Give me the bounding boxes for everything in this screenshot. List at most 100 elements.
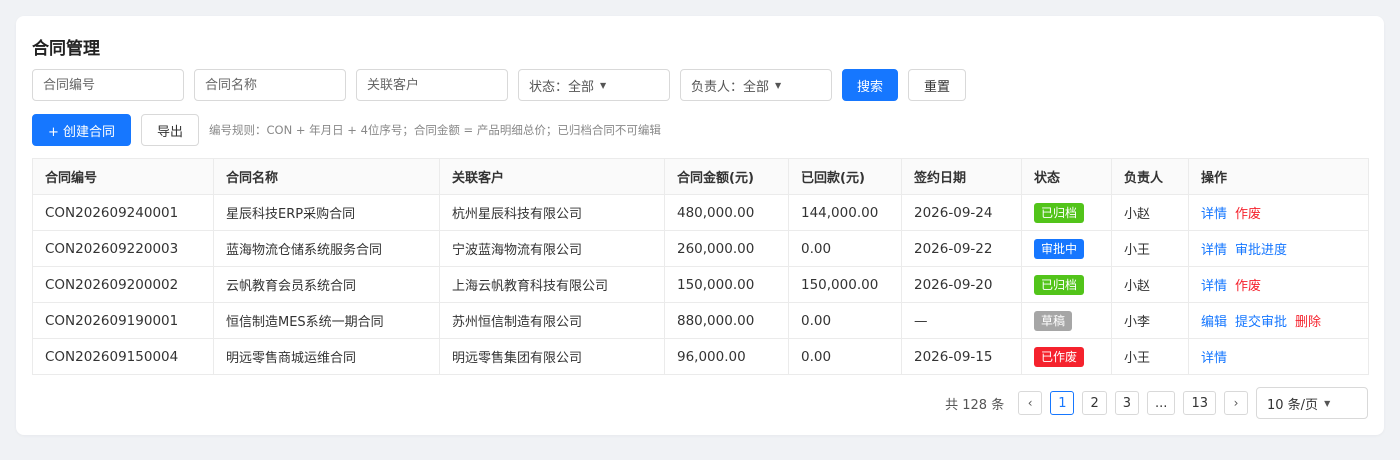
operation-link[interactable]: 审批进度: [1235, 243, 1287, 258]
table-row: CON202609200002 云帆教育会员系统合同 上海云帆教育科技有限公司 150…: [32, 266, 1369, 303]
cell-name: 蓝海物流仓储系统服务合同: [213, 230, 440, 267]
caret-down-icon: ▼: [600, 80, 607, 90]
page-number-list: 1 2 3... 13: [1042, 391, 1216, 415]
operation-link[interactable]: 作废: [1235, 207, 1261, 222]
cell-customer: 杭州星辰科技有限公司: [439, 194, 665, 231]
table-row: CON202609220003 蓝海物流仓储系统服务合同 宁波蓝海物流有限公司 260…: [32, 230, 1369, 267]
cell-received: 144,000.00: [788, 194, 902, 231]
page-number-button[interactable]: 2: [1082, 391, 1107, 415]
operation-link[interactable]: 详情: [1201, 243, 1227, 258]
operation-link[interactable]: 作废: [1235, 279, 1261, 294]
cell-received: 0.00: [788, 230, 902, 267]
operation-link[interactable]: 详情: [1201, 351, 1227, 366]
cell-owner: 小赵: [1111, 266, 1189, 303]
operation-link[interactable]: 删除: [1295, 315, 1321, 330]
cell-customer: 上海云帆教育科技有限公司: [439, 266, 665, 303]
caret-down-icon: ▼: [1324, 398, 1331, 408]
page-title: 合同管理: [32, 39, 100, 59]
cell-name: 明远零售商城运维合同: [213, 338, 440, 375]
cell-operations: 详情 审批进度: [1188, 230, 1369, 267]
caret-down-icon: ▼: [775, 80, 782, 90]
cell-date: 2026-09-24: [901, 194, 1022, 231]
total-count: 共 128 条: [945, 397, 1005, 413]
cell-amount: 480,000.00: [664, 194, 789, 231]
create-contract-button[interactable]: + 创建合同: [32, 114, 131, 146]
cell-customer: 明远零售集团有限公司: [439, 338, 665, 375]
cell-status: 已归档: [1021, 194, 1112, 231]
page-size-label: 10 条/页: [1267, 397, 1319, 413]
page-number-button[interactable]: 1: [1050, 391, 1075, 415]
cell-operations: 编辑 提交审批 删除: [1188, 302, 1369, 339]
column-header: 合同名称: [213, 158, 440, 195]
column-header: 操作: [1188, 158, 1369, 195]
column-header: 状态: [1021, 158, 1112, 195]
export-button[interactable]: 导出: [141, 114, 199, 146]
owner-select-label: 负责人：全部: [691, 79, 770, 95]
cell-owner: 小王: [1111, 338, 1189, 375]
cell-received: 0.00: [788, 338, 902, 375]
cell-date: 2026-09-15: [901, 338, 1022, 375]
prev-page-button[interactable]: ‹: [1018, 391, 1043, 415]
cell-operations: 详情 作废: [1188, 266, 1369, 303]
operation-link[interactable]: 详情: [1201, 279, 1227, 294]
next-page-button[interactable]: ›: [1224, 391, 1248, 415]
column-header: 已回款(元): [788, 158, 902, 195]
page-number-button[interactable]: 13: [1183, 391, 1216, 415]
cell-name: 恒信制造MES系统一期合同: [213, 302, 440, 339]
cell-customer: 宁波蓝海物流有限公司: [439, 230, 665, 267]
operation-link[interactable]: 提交审批: [1235, 315, 1287, 330]
cell-received: 150,000.00: [788, 266, 902, 303]
status-badge: 草稿: [1034, 310, 1073, 331]
status-badge: 已作废: [1034, 346, 1085, 367]
cell-customer: 苏州恒信制造有限公司: [439, 302, 665, 339]
filter-bar: 状态：全部 ▼ 负责人：全部 ▼ 搜索 重置: [32, 69, 966, 101]
cell-name: 云帆教育会员系统合同: [213, 266, 440, 303]
contract-card: 合同管理 状态：全部 ▼ 负责人：全部 ▼ 搜索 重置 + 创建合同 导出 编号…: [16, 16, 1384, 435]
contract-no-input[interactable]: [32, 69, 184, 101]
table-row: CON202609190001 恒信制造MES系统一期合同 苏州恒信制造有限公司 88…: [32, 302, 1369, 339]
numbering-hint: 编号规则：CON + 年月日 + 4位序号；合同金额 = 产品明细总价；已归档合…: [209, 123, 661, 137]
cell-operations: 详情 作废: [1188, 194, 1369, 231]
reset-button[interactable]: 重置: [908, 69, 966, 101]
cell-status: 审批中: [1021, 230, 1112, 267]
search-button[interactable]: 搜索: [842, 69, 898, 101]
operation-link[interactable]: 详情: [1201, 207, 1227, 222]
cell-no: CON202609220003: [32, 230, 214, 267]
cell-name: 星辰科技ERP采购合同: [213, 194, 440, 231]
column-header: 签约日期: [901, 158, 1022, 195]
customer-input[interactable]: [356, 69, 508, 101]
cell-amount: 150,000.00: [664, 266, 789, 303]
table-row: CON202609240001 星辰科技ERP采购合同 杭州星辰科技有限公司 480,…: [32, 194, 1369, 231]
cell-status: 已作废: [1021, 338, 1112, 375]
cell-date: 2026-09-20: [901, 266, 1022, 303]
page-size-select[interactable]: 10 条/页 ▼: [1256, 387, 1368, 419]
cell-received: 0.00: [788, 302, 902, 339]
page-number-button[interactable]: 3: [1114, 391, 1140, 415]
table-body: CON202609240001 星辰科技ERP采购合同 杭州星辰科技有限公司 480,…: [32, 194, 1369, 375]
action-bar: + 创建合同 导出 编号规则：CON + 年月日 + 4位序号；合同金额 = 产…: [32, 114, 661, 146]
cell-owner: 小李: [1111, 302, 1189, 339]
owner-select[interactable]: 负责人：全部 ▼: [680, 69, 832, 101]
status-badge: 已归档: [1034, 202, 1085, 223]
cell-no: CON202609150004: [32, 338, 214, 375]
cell-owner: 小王: [1111, 230, 1189, 267]
cell-no: CON202609200002: [32, 266, 214, 303]
column-header: 关联客户: [439, 158, 665, 195]
column-header: 负责人: [1111, 158, 1189, 195]
cell-amount: 880,000.00: [664, 302, 789, 339]
cell-date: —: [901, 302, 1022, 339]
status-select[interactable]: 状态：全部 ▼: [518, 69, 670, 101]
column-header: 合同金额(元): [664, 158, 789, 195]
cell-no: CON202609190001: [32, 302, 214, 339]
cell-status: 已归档: [1021, 266, 1112, 303]
cell-owner: 小赵: [1111, 194, 1189, 231]
cell-status: 草稿: [1021, 302, 1112, 339]
table-header-row: 合同编号 合同名称 关联客户 合同金额(元) 已回款(元) 签约日期 状态 负责…: [32, 158, 1369, 195]
page-ellipsis[interactable]: ...: [1147, 391, 1176, 415]
operation-link[interactable]: 编辑: [1201, 315, 1227, 330]
contract-name-input[interactable]: [194, 69, 346, 101]
column-header: 合同编号: [32, 158, 214, 195]
cell-amount: 96,000.00: [664, 338, 789, 375]
cell-no: CON202609240001: [32, 194, 214, 231]
table-row: CON202609150004 明远零售商城运维合同 明远零售集团有限公司 96,00…: [32, 338, 1369, 375]
